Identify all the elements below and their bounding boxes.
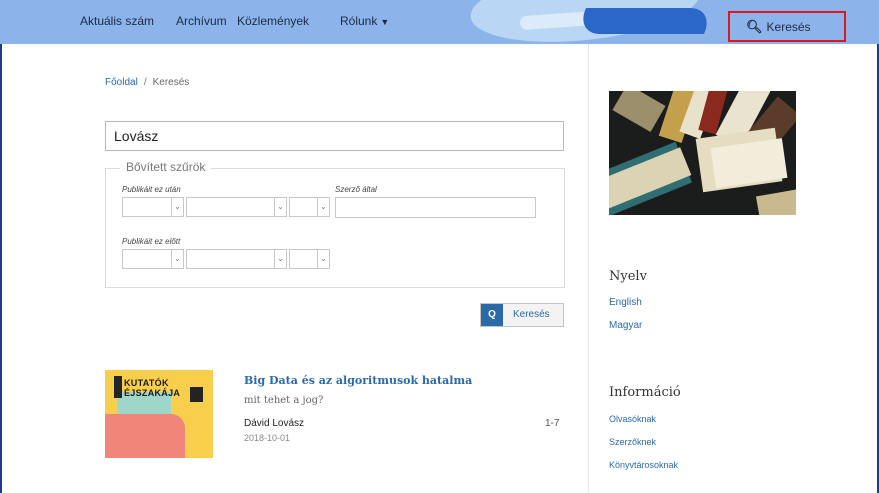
author-label: Szerző által xyxy=(335,185,377,194)
published-after-year-select[interactable]: ⌄ xyxy=(122,197,184,217)
published-after-day-select[interactable]: ⌄ xyxy=(289,197,330,217)
nav-search-link[interactable]: 🔍︎ Keresés xyxy=(728,11,846,42)
nav-archive[interactable]: Archívum xyxy=(176,14,227,28)
result-pages: 1-7 xyxy=(545,418,560,429)
result-subtitle: mit tehet a jog? xyxy=(244,395,324,406)
sidebar-info-heading: Információ xyxy=(609,385,681,400)
breadcrumb-home[interactable]: Főoldal xyxy=(105,77,138,88)
thumbnail-shape xyxy=(105,414,185,458)
breadcrumb: Főoldal / Keresés xyxy=(105,77,189,88)
frame-border-left xyxy=(0,0,2,493)
chevron-down-icon: ⌄ xyxy=(274,198,286,216)
result-author: Dávid Lovász xyxy=(244,418,305,429)
sidebar-language-heading: Nyelv xyxy=(609,269,647,284)
language-link-english[interactable]: English xyxy=(609,297,642,308)
result-date: 2018-10-01 xyxy=(244,433,291,443)
nav-current-issue[interactable]: Aktuális szám xyxy=(80,14,154,28)
breadcrumb-separator: / xyxy=(143,77,147,88)
published-after-month-select[interactable]: ⌄ xyxy=(186,197,287,217)
info-link-authors[interactable]: Szerzőknek xyxy=(609,437,656,447)
published-after-label: Publikáit ez után xyxy=(122,185,181,194)
chevron-down-icon: ⌄ xyxy=(171,250,183,268)
chevron-down-icon: ⌄ xyxy=(274,250,286,268)
language-link-magyar[interactable]: Magyar xyxy=(609,320,642,331)
header-decoration xyxy=(573,8,717,34)
info-link-librarians[interactable]: Könyvtárosoknak xyxy=(609,460,678,470)
chevron-down-icon: ⌄ xyxy=(317,198,329,216)
thumbnail-logo-line1: KUTATÓK xyxy=(124,378,169,388)
info-link-readers[interactable]: Olvasóknak xyxy=(609,414,656,424)
published-before-day-select[interactable]: ⌄ xyxy=(289,249,330,269)
search-submit-label: Keresés xyxy=(513,309,550,320)
chevron-down-icon: ⌄ xyxy=(171,198,183,216)
search-query-input[interactable] xyxy=(105,121,564,151)
thumbnail-shape xyxy=(190,387,203,402)
caret-down-icon: ▼ xyxy=(380,17,390,27)
nav-about-label: Rólunk xyxy=(340,14,378,28)
search-icon: Q xyxy=(481,304,503,326)
published-before-year-select[interactable]: ⌄ xyxy=(122,249,184,269)
published-before-month-select[interactable]: ⌄ xyxy=(186,249,287,269)
search-icon: 🔍︎ xyxy=(746,19,763,34)
published-before-label: Publikáit ez előtt xyxy=(122,237,181,246)
column-divider xyxy=(588,44,589,493)
sidebar-books-image xyxy=(609,91,796,215)
result-title-link[interactable]: Big Data és az algoritmusok hatalma xyxy=(244,374,472,387)
chevron-down-icon: ⌄ xyxy=(317,250,329,268)
author-input[interactable] xyxy=(335,197,536,218)
thumbnail-shape xyxy=(114,376,122,398)
nav-about-dropdown[interactable]: Rólunk ▼ xyxy=(340,14,389,28)
nav-announcements[interactable]: Közlemények xyxy=(237,14,309,28)
result-thumbnail[interactable]: KUTATÓK ÉJSZAKÁJA xyxy=(105,370,213,458)
thumbnail-logo-line2: ÉJSZAKÁJA xyxy=(124,388,181,398)
top-navigation: Aktuális szám Archívum Közlemények Rólun… xyxy=(0,0,879,44)
breadcrumb-current: Keresés xyxy=(152,77,190,88)
advanced-filters-legend: Bővített szűrök xyxy=(120,160,212,174)
search-submit-button[interactable]: Q Keresés xyxy=(480,303,564,327)
advanced-filters: Bővített szűrök Publikáit ez után ⌄ ⌄ ⌄ … xyxy=(105,160,565,288)
nav-search-label: Keresés xyxy=(766,20,811,34)
